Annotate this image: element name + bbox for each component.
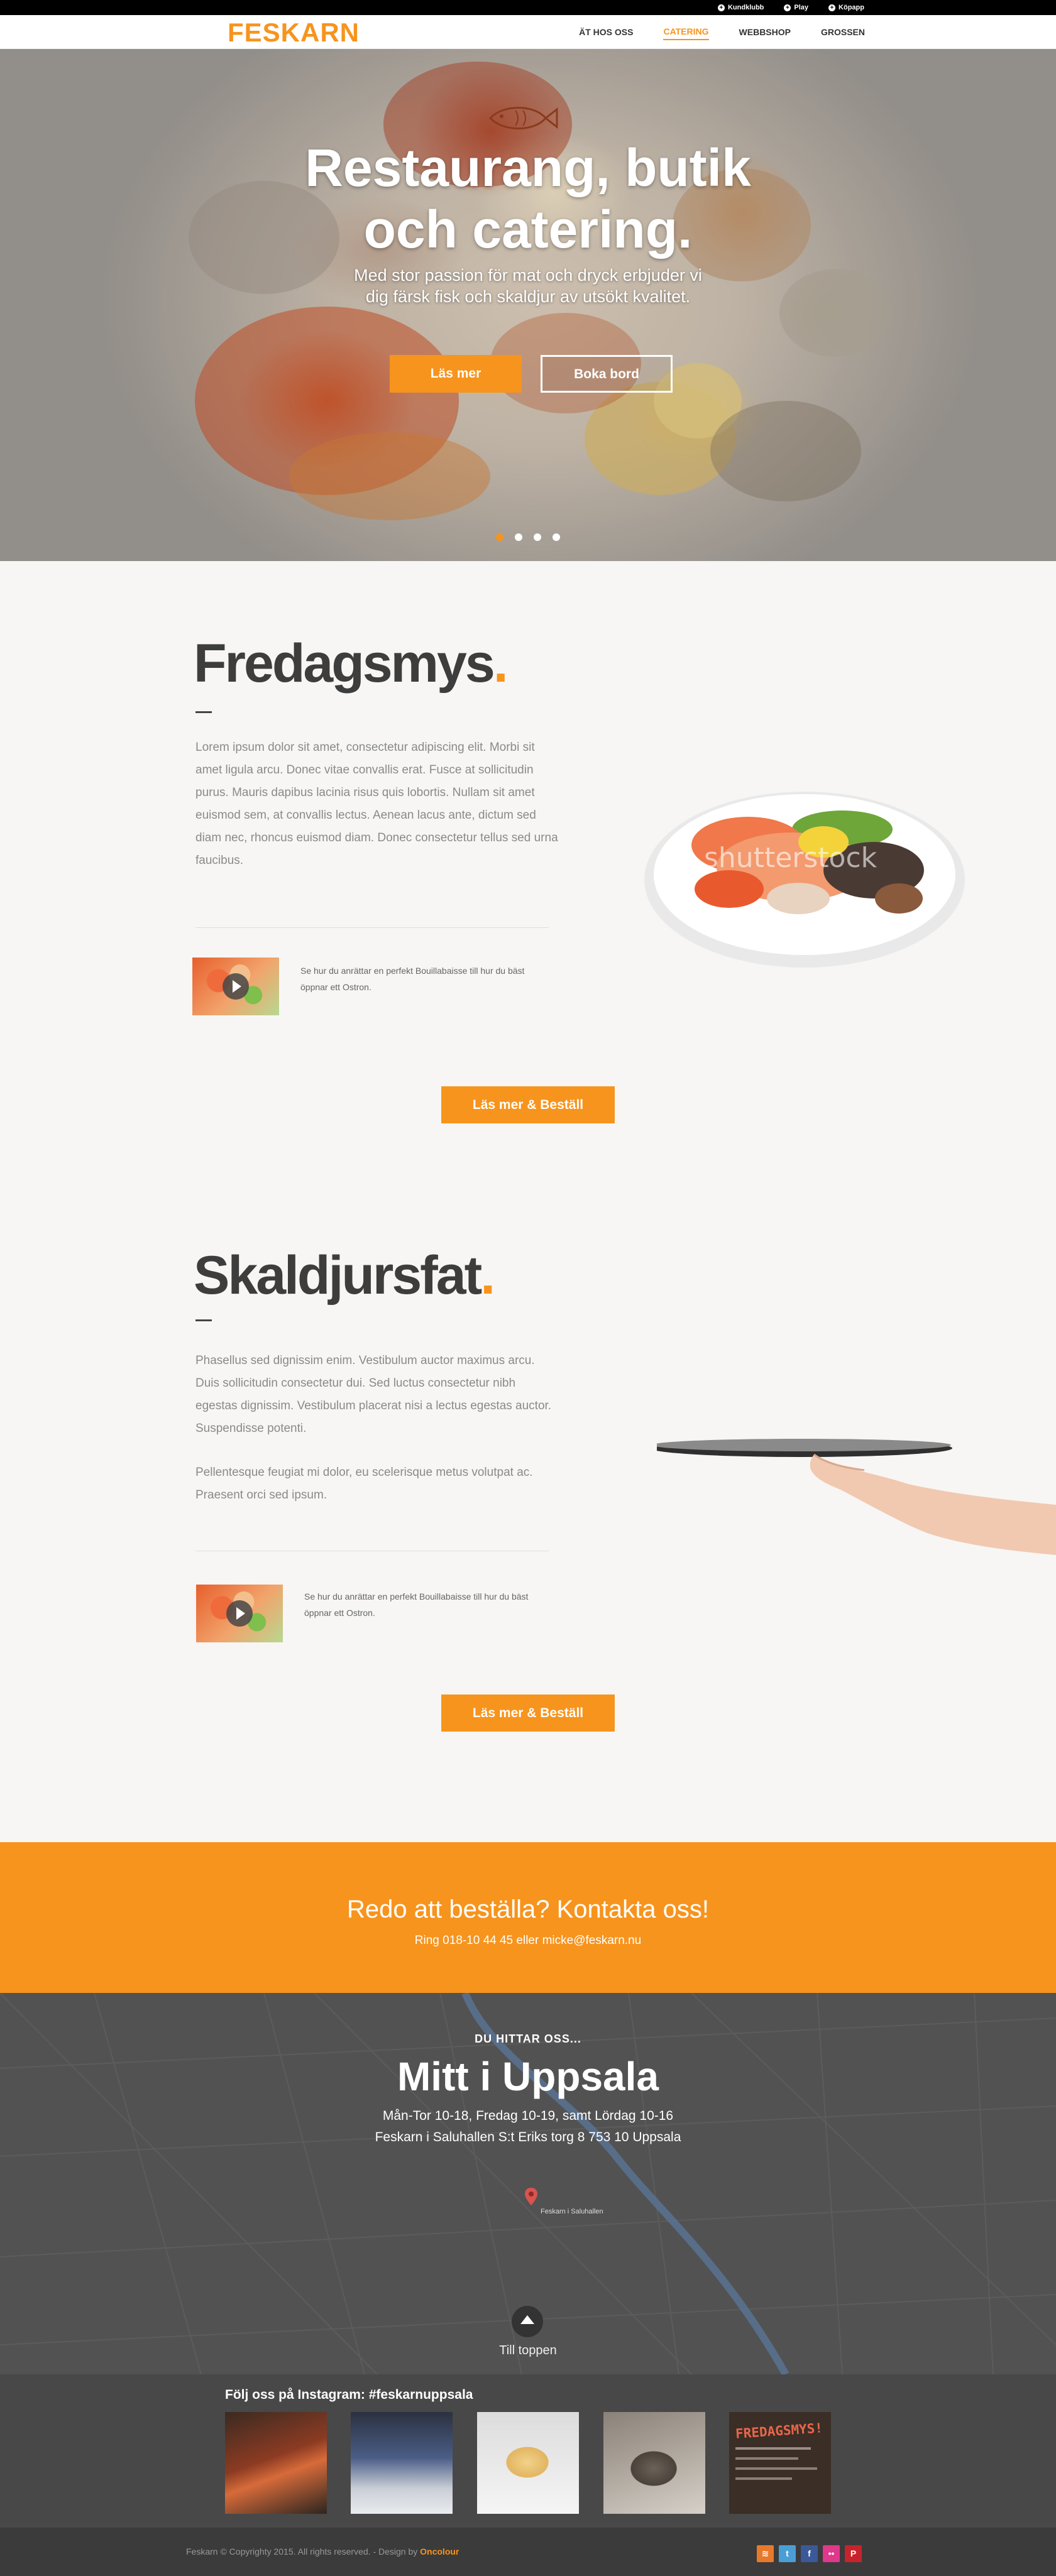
- section-body-text-p2: Pellentesque feugiat mi dolor, eu sceler…: [195, 1466, 533, 1502]
- hero-subtitle: Med stor passion för mat och dryck erbju…: [354, 266, 702, 306]
- slider-dot-3[interactable]: [534, 533, 541, 541]
- map-kicker: DU HITTAR OSS...: [475, 2033, 581, 2045]
- contact-link[interactable]: Kontakta oss!: [557, 1896, 709, 1923]
- nav-grossen[interactable]: GROSSEN: [821, 25, 865, 40]
- instagram-photo-2[interactable]: [351, 2412, 453, 2514]
- slider-dot-1[interactable]: [496, 533, 503, 541]
- topbar-link-play[interactable]: + Play: [784, 4, 808, 11]
- utility-bar: + Kundklubb + Play + Köpapp: [0, 0, 1056, 15]
- instagram-photo-4[interactable]: [603, 2412, 705, 2514]
- pinterest-icon[interactable]: P: [845, 2545, 862, 2562]
- social-links: ≋ t f •• P: [757, 2545, 862, 2562]
- title-accent-dot: .: [493, 633, 509, 694]
- contact-info: Ring 018-10 44 45 eller micke@feskarn.nu: [414, 1934, 642, 1947]
- title-accent-dot: .: [480, 1245, 495, 1306]
- slider-dots: [0, 533, 1056, 541]
- instagram-section: Följ oss på Instagram: #feskarnuppsala F…: [0, 2374, 1056, 2528]
- copyright: Feskarn © Copyrighty 2015. All rights re…: [186, 2546, 459, 2557]
- hero-title-line2: och catering.: [363, 200, 693, 259]
- flickr-icon[interactable]: ••: [823, 2545, 840, 2562]
- opening-hours: Mån-Tor 10-18, Fredag 10-19, samt Lördag…: [382, 2109, 674, 2123]
- instagram-photo-3[interactable]: [477, 2412, 579, 2514]
- twitter-icon[interactable]: t: [779, 2545, 796, 2562]
- video-caption: Se hur du anrättar en perfekt Bouillabai…: [300, 966, 525, 992]
- chalk-line: [735, 2447, 811, 2450]
- slider-dot-4[interactable]: [553, 533, 560, 541]
- fish-icon: [488, 107, 558, 129]
- hero-slider: Restaurang, butik och catering. Med stor …: [0, 49, 1056, 561]
- order-button[interactable]: Läs mer & Beställ: [441, 1695, 615, 1732]
- order-button[interactable]: Läs mer & Beställ: [441, 1086, 615, 1123]
- instagram-photo-5[interactable]: FREDAGSMYS!: [729, 2412, 831, 2514]
- read-more-button[interactable]: Läs mer: [390, 355, 522, 393]
- map-pin-label: Feskarn i Saluhallen: [541, 2208, 603, 2215]
- divider: [195, 927, 549, 928]
- plus-icon: +: [828, 4, 836, 11]
- section-body-text-p1: Phasellus sed dignissim enim. Vestibulum…: [195, 1354, 552, 1435]
- video-caption: Se hur du anrättar en perfekt Bouillabai…: [304, 1591, 529, 1618]
- logo[interactable]: FESKARN: [228, 19, 360, 46]
- site-header: FESKARN ÄT HOS OSS CATERING WEBBSHOP GRO…: [0, 15, 1056, 49]
- topbar-link-kopapp[interactable]: + Köpapp: [828, 4, 864, 11]
- contact-heading: Redo att beställa? Kontakta oss!: [0, 1894, 1056, 1925]
- nav-catering[interactable]: CATERING: [663, 24, 709, 40]
- section-title-text: Skaldjursfat: [194, 1245, 482, 1306]
- back-to-top-label[interactable]: Till toppen: [0, 2344, 1056, 2358]
- nav-webbshop[interactable]: WEBBSHOP: [739, 25, 791, 40]
- instagram-title: Följ oss på Instagram: #feskarnuppsala: [225, 2388, 473, 2402]
- contact-band: Redo att beställa? Kontakta oss! Ring 01…: [0, 1842, 1056, 1993]
- section-body-text: Lorem ipsum dolor sit amet, consectetur …: [195, 741, 558, 867]
- plus-icon: +: [717, 4, 725, 11]
- hero-title: Restaurang, butik och catering.: [0, 137, 1056, 260]
- facebook-icon[interactable]: f: [801, 2545, 818, 2562]
- section-title-skaldjursfat: Skaldjursfat.: [194, 1244, 495, 1307]
- watermark-text: shutterstock: [704, 842, 877, 874]
- play-icon: [226, 1600, 253, 1627]
- back-to-top-button[interactable]: [512, 2306, 543, 2337]
- nav-at-hos-oss[interactable]: ÄT HOS OSS: [579, 25, 633, 40]
- chalk-line: [735, 2467, 817, 2470]
- book-table-button[interactable]: Boka bord: [541, 355, 673, 393]
- main-nav: ÄT HOS OSS CATERING WEBBSHOP GROSSEN: [549, 15, 865, 49]
- contact-title: Redo att beställa?: [347, 1896, 550, 1923]
- instagram-photo-1[interactable]: [225, 2412, 327, 2514]
- map-section[interactable]: DU HITTAR OSS... Mitt i Uppsala Mån-Tor …: [0, 1993, 1056, 2374]
- designer-link[interactable]: Oncolour: [420, 2546, 459, 2557]
- map-title: Mitt i Uppsala: [397, 2054, 659, 2099]
- video-thumbnail[interactable]: [192, 958, 279, 1015]
- copyright-text: Feskarn © Copyrighty 2015. All rights re…: [186, 2546, 421, 2557]
- hero-title-line1: Restaurang, butik: [305, 138, 751, 197]
- seafood-plate-image: shutterstock: [644, 792, 965, 968]
- map-pin-icon[interactable]: [525, 2188, 537, 2205]
- rss-icon[interactable]: ≋: [757, 2545, 774, 2562]
- title-dash: [195, 1319, 212, 1321]
- site-footer: Feskarn © Copyrighty 2015. All rights re…: [0, 2528, 1056, 2576]
- chalk-line: [735, 2457, 798, 2460]
- section-title-text: Fredagsmys: [194, 633, 495, 694]
- topbar-link-kundklubb[interactable]: + Kundklubb: [717, 4, 764, 11]
- address: Feskarn i Saluhallen S:t Eriks torg 8 75…: [375, 2130, 681, 2144]
- plus-icon: +: [784, 4, 791, 11]
- chalk-line: [735, 2477, 792, 2480]
- video-thumbnail[interactable]: [196, 1585, 283, 1642]
- hand-tray-image: [657, 1439, 1056, 1555]
- title-dash: [195, 711, 212, 713]
- chalkboard-sign-text: FREDAGSMYS!: [735, 2420, 823, 2442]
- section-title-fredagsmys: Fredagsmys.: [194, 632, 509, 695]
- slider-dot-2[interactable]: [515, 533, 522, 541]
- play-icon: [223, 973, 249, 1000]
